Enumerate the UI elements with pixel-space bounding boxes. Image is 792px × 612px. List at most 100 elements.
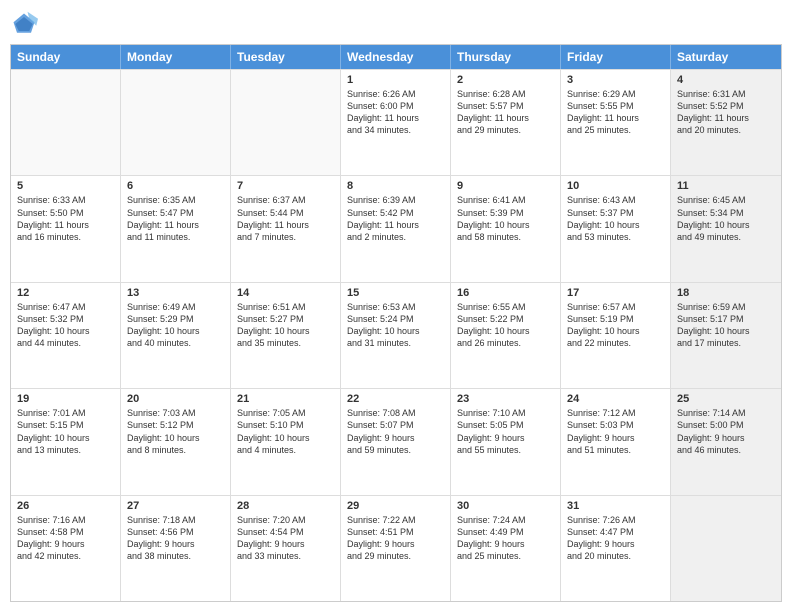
day-number: 27 bbox=[127, 500, 224, 512]
calendar-empty-cell bbox=[671, 496, 781, 601]
day-number: 26 bbox=[17, 500, 114, 512]
calendar-day-19: 19 Sunrise: 7:01 AM Sunset: 5:15 PM Dayli… bbox=[11, 389, 121, 494]
day-details: Sunrise: 6:31 AM Sunset: 5:52 PM Dayligh… bbox=[677, 88, 775, 137]
calendar-day-16: 16 Sunrise: 6:55 AM Sunset: 5:22 PM Dayli… bbox=[451, 283, 561, 388]
day-number: 9 bbox=[457, 180, 554, 192]
header bbox=[10, 10, 782, 38]
calendar-empty-cell bbox=[121, 70, 231, 175]
day-details: Sunrise: 6:43 AM Sunset: 5:37 PM Dayligh… bbox=[567, 194, 664, 243]
day-details: Sunrise: 7:22 AM Sunset: 4:51 PM Dayligh… bbox=[347, 514, 444, 563]
logo-icon bbox=[10, 10, 38, 38]
day-number: 25 bbox=[677, 393, 775, 405]
day-details: Sunrise: 7:24 AM Sunset: 4:49 PM Dayligh… bbox=[457, 514, 554, 563]
calendar-body: 1 Sunrise: 6:26 AM Sunset: 6:00 PM Daylig… bbox=[11, 69, 781, 601]
day-details: Sunrise: 6:41 AM Sunset: 5:39 PM Dayligh… bbox=[457, 194, 554, 243]
calendar: SundayMondayTuesdayWednesdayThursdayFrid… bbox=[10, 44, 782, 602]
day-details: Sunrise: 6:39 AM Sunset: 5:42 PM Dayligh… bbox=[347, 194, 444, 243]
calendar-empty-cell bbox=[11, 70, 121, 175]
day-details: Sunrise: 6:45 AM Sunset: 5:34 PM Dayligh… bbox=[677, 194, 775, 243]
day-details: Sunrise: 7:01 AM Sunset: 5:15 PM Dayligh… bbox=[17, 407, 114, 456]
calendar-day-1: 1 Sunrise: 6:26 AM Sunset: 6:00 PM Daylig… bbox=[341, 70, 451, 175]
calendar-day-15: 15 Sunrise: 6:53 AM Sunset: 5:24 PM Dayli… bbox=[341, 283, 451, 388]
calendar-week-3: 12Sunrise: 6:47 AM Sunset: 5:32 PM Dayli… bbox=[11, 282, 781, 388]
day-number: 23 bbox=[457, 393, 554, 405]
day-details: Sunrise: 7:18 AM Sunset: 4:56 PM Dayligh… bbox=[127, 514, 224, 563]
calendar-day-17: 17Sunrise: 6:57 AM Sunset: 5:19 PM Dayli… bbox=[561, 283, 671, 388]
day-number: 21 bbox=[237, 393, 334, 405]
day-number: 5 bbox=[17, 180, 114, 192]
day-number: 2 bbox=[457, 74, 554, 86]
day-number: 16 bbox=[457, 287, 554, 299]
day-details: Sunrise: 6:55 AM Sunset: 5:22 PM Dayligh… bbox=[457, 301, 554, 350]
calendar-day-27: 27 Sunrise: 7:18 AM Sunset: 4:56 PM Dayli… bbox=[121, 496, 231, 601]
day-details: Sunrise: 7:20 AM Sunset: 4:54 PM Dayligh… bbox=[237, 514, 334, 563]
day-details: Sunrise: 7:03 AM Sunset: 5:12 PM Dayligh… bbox=[127, 407, 224, 456]
day-details: Sunrise: 7:05 AM Sunset: 5:10 PM Dayligh… bbox=[237, 407, 334, 456]
day-details: Sunrise: 7:14 AM Sunset: 5:00 PM Dayligh… bbox=[677, 407, 775, 456]
day-details: Sunrise: 6:33 AM Sunset: 5:50 PM Dayligh… bbox=[17, 194, 114, 243]
calendar-day-14: 14 Sunrise: 6:51 AM Sunset: 5:27 PM Dayli… bbox=[231, 283, 341, 388]
day-details: Sunrise: 6:51 AM Sunset: 5:27 PM Dayligh… bbox=[237, 301, 334, 350]
day-number: 24 bbox=[567, 393, 664, 405]
calendar-day-26: 26 Sunrise: 7:16 AM Sunset: 4:58 PM Dayli… bbox=[11, 496, 121, 601]
day-number: 20 bbox=[127, 393, 224, 405]
day-number: 19 bbox=[17, 393, 114, 405]
calendar-day-9: 9 Sunrise: 6:41 AM Sunset: 5:39 PM Daylig… bbox=[451, 176, 561, 281]
calendar-week-2: 5 Sunrise: 6:33 AM Sunset: 5:50 PM Daylig… bbox=[11, 175, 781, 281]
header-day-sunday: Sunday bbox=[11, 45, 121, 69]
calendar-day-12: 12Sunrise: 6:47 AM Sunset: 5:32 PM Dayli… bbox=[11, 283, 121, 388]
calendar-header: SundayMondayTuesdayWednesdayThursdayFrid… bbox=[11, 45, 781, 69]
calendar-day-5: 5 Sunrise: 6:33 AM Sunset: 5:50 PM Daylig… bbox=[11, 176, 121, 281]
calendar-empty-cell bbox=[231, 70, 341, 175]
day-details: Sunrise: 7:26 AM Sunset: 4:47 PM Dayligh… bbox=[567, 514, 664, 563]
day-number: 4 bbox=[677, 74, 775, 86]
header-day-wednesday: Wednesday bbox=[341, 45, 451, 69]
page: SundayMondayTuesdayWednesdayThursdayFrid… bbox=[0, 0, 792, 612]
header-day-tuesday: Tuesday bbox=[231, 45, 341, 69]
header-day-thursday: Thursday bbox=[451, 45, 561, 69]
day-details: Sunrise: 6:53 AM Sunset: 5:24 PM Dayligh… bbox=[347, 301, 444, 350]
calendar-day-18: 18Sunrise: 6:59 AM Sunset: 5:17 PM Dayli… bbox=[671, 283, 781, 388]
day-number: 13 bbox=[127, 287, 224, 299]
calendar-day-30: 30Sunrise: 7:24 AM Sunset: 4:49 PM Dayli… bbox=[451, 496, 561, 601]
day-number: 8 bbox=[347, 180, 444, 192]
calendar-day-4: 4 Sunrise: 6:31 AM Sunset: 5:52 PM Daylig… bbox=[671, 70, 781, 175]
day-details: Sunrise: 7:12 AM Sunset: 5:03 PM Dayligh… bbox=[567, 407, 664, 456]
day-number: 11 bbox=[677, 180, 775, 192]
day-number: 1 bbox=[347, 74, 444, 86]
calendar-day-25: 25 Sunrise: 7:14 AM Sunset: 5:00 PM Dayli… bbox=[671, 389, 781, 494]
calendar-day-7: 7 Sunrise: 6:37 AM Sunset: 5:44 PM Daylig… bbox=[231, 176, 341, 281]
calendar-day-29: 29 Sunrise: 7:22 AM Sunset: 4:51 PM Dayli… bbox=[341, 496, 451, 601]
day-number: 10 bbox=[567, 180, 664, 192]
calendar-day-11: 11 Sunrise: 6:45 AM Sunset: 5:34 PM Dayli… bbox=[671, 176, 781, 281]
day-details: Sunrise: 6:28 AM Sunset: 5:57 PM Dayligh… bbox=[457, 88, 554, 137]
logo bbox=[10, 10, 42, 38]
day-details: Sunrise: 6:26 AM Sunset: 6:00 PM Dayligh… bbox=[347, 88, 444, 137]
day-details: Sunrise: 6:47 AM Sunset: 5:32 PM Dayligh… bbox=[17, 301, 114, 350]
calendar-day-23: 23Sunrise: 7:10 AM Sunset: 5:05 PM Dayli… bbox=[451, 389, 561, 494]
calendar-day-28: 28Sunrise: 7:20 AM Sunset: 4:54 PM Dayli… bbox=[231, 496, 341, 601]
day-number: 6 bbox=[127, 180, 224, 192]
calendar-week-1: 1 Sunrise: 6:26 AM Sunset: 6:00 PM Daylig… bbox=[11, 69, 781, 175]
header-day-monday: Monday bbox=[121, 45, 231, 69]
day-number: 29 bbox=[347, 500, 444, 512]
day-number: 14 bbox=[237, 287, 334, 299]
calendar-day-22: 22Sunrise: 7:08 AM Sunset: 5:07 PM Dayli… bbox=[341, 389, 451, 494]
calendar-day-8: 8 Sunrise: 6:39 AM Sunset: 5:42 PM Daylig… bbox=[341, 176, 451, 281]
calendar-day-24: 24 Sunrise: 7:12 AM Sunset: 5:03 PM Dayli… bbox=[561, 389, 671, 494]
day-details: Sunrise: 6:29 AM Sunset: 5:55 PM Dayligh… bbox=[567, 88, 664, 137]
calendar-day-20: 20 Sunrise: 7:03 AM Sunset: 5:12 PM Dayli… bbox=[121, 389, 231, 494]
calendar-day-31: 31Sunrise: 7:26 AM Sunset: 4:47 PM Dayli… bbox=[561, 496, 671, 601]
day-number: 7 bbox=[237, 180, 334, 192]
calendar-week-4: 19 Sunrise: 7:01 AM Sunset: 5:15 PM Dayli… bbox=[11, 388, 781, 494]
calendar-day-3: 3Sunrise: 6:29 AM Sunset: 5:55 PM Daylig… bbox=[561, 70, 671, 175]
day-number: 18 bbox=[677, 287, 775, 299]
calendar-day-10: 10 Sunrise: 6:43 AM Sunset: 5:37 PM Dayli… bbox=[561, 176, 671, 281]
day-details: Sunrise: 6:35 AM Sunset: 5:47 PM Dayligh… bbox=[127, 194, 224, 243]
calendar-day-13: 13Sunrise: 6:49 AM Sunset: 5:29 PM Dayli… bbox=[121, 283, 231, 388]
day-number: 15 bbox=[347, 287, 444, 299]
day-details: Sunrise: 6:57 AM Sunset: 5:19 PM Dayligh… bbox=[567, 301, 664, 350]
day-details: Sunrise: 7:16 AM Sunset: 4:58 PM Dayligh… bbox=[17, 514, 114, 563]
calendar-week-5: 26 Sunrise: 7:16 AM Sunset: 4:58 PM Dayli… bbox=[11, 495, 781, 601]
day-details: Sunrise: 6:37 AM Sunset: 5:44 PM Dayligh… bbox=[237, 194, 334, 243]
